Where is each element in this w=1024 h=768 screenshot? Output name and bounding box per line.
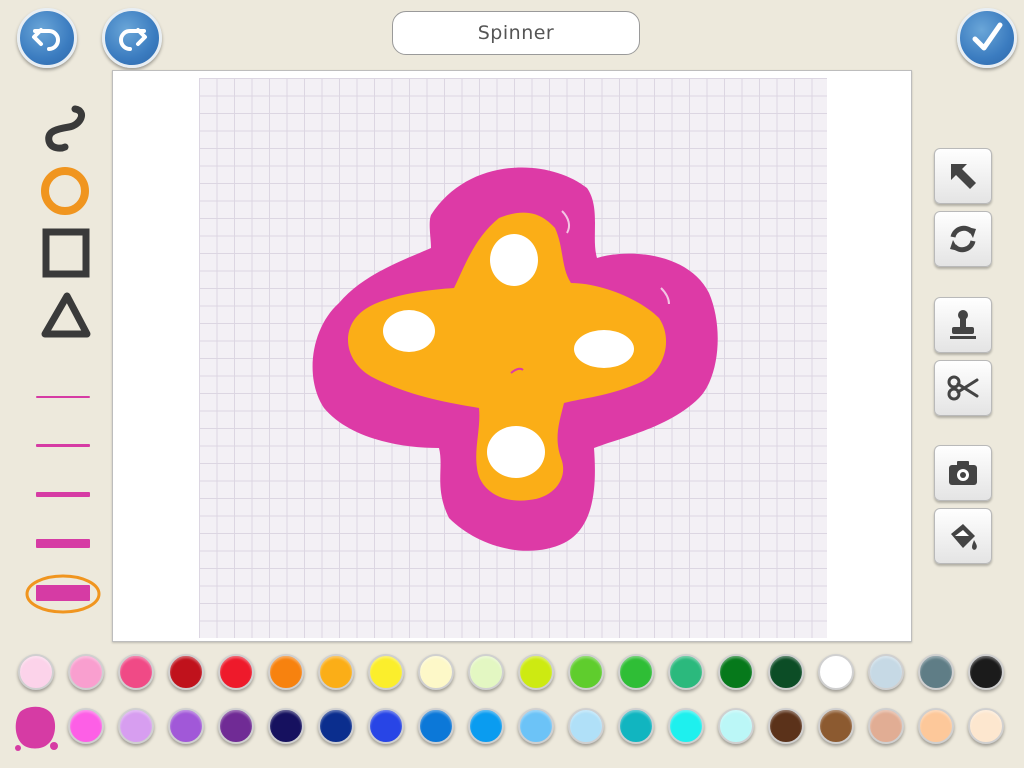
rotate-tool-button[interactable] (934, 211, 992, 267)
stamp-tool-button[interactable] (934, 297, 992, 353)
color-swatch-row1-3[interactable] (118, 654, 154, 690)
color-swatch-row2-1[interactable] (68, 708, 104, 744)
undo-arrow-icon (32, 28, 60, 51)
color-swatch-row2-10[interactable] (518, 708, 554, 744)
color-swatch-row2-2[interactable] (118, 708, 154, 744)
color-swatch-row2-7[interactable] (368, 708, 404, 744)
current-color-splat-icon (15, 706, 58, 751)
color-swatch-row1-12[interactable] (568, 654, 604, 690)
circle-brush-tool[interactable] (30, 160, 100, 220)
color-swatch-row1-1[interactable] (18, 654, 54, 690)
freehand-brush-tool[interactable] (30, 100, 100, 158)
color-swatch-row1-13[interactable] (618, 654, 654, 690)
camera-icon (949, 461, 977, 485)
line-width-thin[interactable] (36, 444, 90, 447)
color-swatch-row2-12[interactable] (618, 708, 654, 744)
triangle-brush-icon (41, 292, 91, 338)
stamp-icon (950, 310, 976, 339)
color-swatch-row1-18[interactable] (868, 654, 904, 690)
color-swatch-row2-15[interactable] (768, 708, 804, 744)
color-swatch-row1-10[interactable] (468, 654, 504, 690)
color-swatch-row2-9[interactable] (468, 708, 504, 744)
color-swatch-row1-17[interactable] (818, 654, 854, 690)
color-swatch-row1-4[interactable] (168, 654, 204, 690)
square-brush-icon (42, 228, 90, 278)
square-brush-tool[interactable] (30, 224, 100, 282)
drawing-canvas[interactable] (112, 70, 912, 642)
color-swatch-row1-6[interactable] (268, 654, 304, 690)
color-swatch-row2-13[interactable] (668, 708, 704, 744)
rotate-icon (950, 225, 976, 253)
color-swatch-row2-8[interactable] (418, 708, 454, 744)
color-swatch-row2-16[interactable] (818, 708, 854, 744)
select-arrow-icon (951, 164, 976, 189)
color-swatch-row1-7[interactable] (318, 654, 354, 690)
color-swatch-row1-2[interactable] (68, 654, 104, 690)
color-swatch-row1-16[interactable] (768, 654, 804, 690)
canvas-grid[interactable] (199, 78, 827, 638)
sprite-name-field[interactable]: Spinner (392, 11, 640, 55)
color-swatch-row1-11[interactable] (518, 654, 554, 690)
line-width-thinnest[interactable] (36, 396, 90, 398)
color-swatch-row1-9[interactable] (418, 654, 454, 690)
circle-brush-icon (41, 167, 89, 215)
line-width-medium[interactable] (36, 492, 90, 497)
paint-bucket-icon (951, 524, 977, 550)
color-swatch-row2-3[interactable] (168, 708, 204, 744)
camera-tool-button[interactable] (934, 445, 992, 501)
color-swatch-row2-6[interactable] (318, 708, 354, 744)
color-swatch-row2-18[interactable] (918, 708, 954, 744)
selected-width-highlight-icon (25, 574, 101, 614)
color-swatch-row2-17[interactable] (868, 708, 904, 744)
color-swatch-row2-14[interactable] (718, 708, 754, 744)
color-swatch-row1-19[interactable] (918, 654, 954, 690)
undo-button[interactable] (17, 8, 77, 68)
paint-bucket-tool-button[interactable] (934, 508, 992, 564)
color-swatch-row1-8[interactable] (368, 654, 404, 690)
done-button[interactable] (957, 8, 1017, 68)
color-swatch-row1-20[interactable] (968, 654, 1004, 690)
line-width-thick[interactable] (36, 539, 90, 548)
color-swatch-row1-5[interactable] (218, 654, 254, 690)
freehand-brush-icon (45, 105, 85, 152)
triangle-brush-tool[interactable] (30, 288, 100, 344)
sprite-name-text: Spinner (477, 22, 555, 44)
color-swatch-row1-15[interactable] (718, 654, 754, 690)
scissors-tool-button[interactable] (934, 360, 992, 416)
color-swatch-row2-19[interactable] (968, 708, 1004, 744)
color-swatch-row2-11[interactable] (568, 708, 604, 744)
color-swatch-row1-14[interactable] (668, 654, 704, 690)
select-tool-button[interactable] (934, 148, 992, 204)
color-swatch-row2-4[interactable] (218, 708, 254, 744)
redo-arrow-icon (119, 28, 147, 51)
checkmark-icon (972, 22, 1003, 51)
spinner-drawing (312, 167, 718, 551)
redo-button[interactable] (102, 8, 162, 68)
scissors-icon (947, 375, 979, 401)
color-swatch-row2-5[interactable] (268, 708, 304, 744)
